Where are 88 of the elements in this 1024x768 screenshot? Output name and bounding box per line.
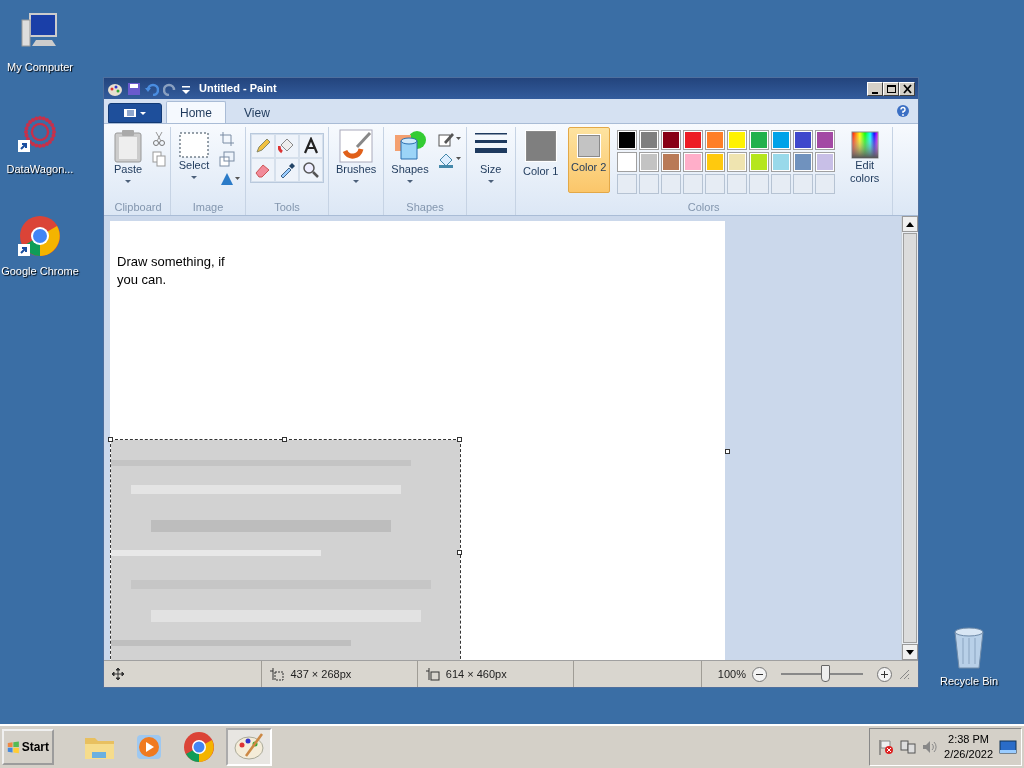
group-label: Colors <box>687 200 720 215</box>
tab[interactable]: View <box>230 101 284 123</box>
palette-swatch[interactable] <box>638 130 659 150</box>
palette-swatch[interactable] <box>660 130 681 150</box>
palette-swatch[interactable] <box>638 152 659 172</box>
icon-label[interactable]: DataWagon... <box>6 161 74 178</box>
selection-icon <box>178 129 210 159</box>
slider-thumb[interactable] <box>821 665 831 682</box>
flag-icon[interactable] <box>878 739 895 755</box>
palette-swatch[interactable] <box>792 152 813 172</box>
cut-icon[interactable] <box>152 131 166 147</box>
icon-label[interactable]: My Computer <box>7 59 73 76</box>
text-icon[interactable] <box>302 137 320 155</box>
speaker-icon[interactable] <box>922 739 939 755</box>
brushes-button[interactable]: Brushes <box>333 127 380 185</box>
zoom-in-button[interactable] <box>877 666 892 682</box>
brush-icon <box>339 129 374 163</box>
scroll-up-icon[interactable] <box>906 221 914 227</box>
redo-icon[interactable] <box>163 81 177 96</box>
canvas-size-icon <box>425 667 440 681</box>
scroll-down-icon[interactable] <box>906 649 914 655</box>
group-label: Clipboard <box>114 200 162 215</box>
selection-size-icon <box>270 667 285 681</box>
start-button[interactable]: Start <box>2 729 54 765</box>
rotate-icon[interactable] <box>219 171 241 187</box>
paste-button[interactable]: Paste <box>110 127 146 185</box>
palette-swatch[interactable] <box>704 152 725 172</box>
group-label: Image <box>192 200 224 215</box>
color-slot-button[interactable]: Color 2 <box>567 127 610 193</box>
group-label: Tools <box>274 200 300 215</box>
icon-label[interactable]: Google Chrome <box>1 263 79 280</box>
canvas-text: Draw something, if you can. <box>117 253 226 289</box>
zoom-out-button[interactable] <box>752 666 767 682</box>
icon-label[interactable]: Recycle Bin <box>939 673 999 690</box>
show-desktop-icon[interactable] <box>999 740 1017 754</box>
shapes-icon <box>393 129 427 163</box>
chrome-icon[interactable] <box>182 730 216 764</box>
resize-handle[interactable] <box>725 449 730 454</box>
canvas-size-text: 614 × 460px <box>445 666 507 682</box>
palette-swatch[interactable] <box>814 152 835 172</box>
canvas[interactable]: Draw something, if you can. <box>110 221 725 660</box>
size-button[interactable]: Size <box>470 127 511 185</box>
pencil-icon[interactable] <box>254 137 272 155</box>
zoom-level-text: 100% <box>717 666 746 682</box>
palette-swatch[interactable] <box>726 152 747 172</box>
window-title: Untitled - Paint <box>199 81 277 97</box>
plus-icon[interactable] <box>881 670 888 678</box>
palette-swatch[interactable] <box>704 130 725 150</box>
fill-icon[interactable] <box>437 151 462 169</box>
copy-icon[interactable] <box>152 151 166 167</box>
magnifier-icon[interactable] <box>302 161 320 179</box>
crop-icon[interactable] <box>219 131 235 147</box>
fill-bucket-icon[interactable] <box>278 137 296 155</box>
taskbar-button[interactable] <box>226 728 272 766</box>
clipboard-icon <box>113 129 143 163</box>
palette-swatch[interactable] <box>792 130 813 150</box>
edit-colors-button[interactable]: Edit colors <box>841 127 888 193</box>
palette-swatch[interactable] <box>616 130 637 150</box>
palette-swatch[interactable] <box>726 130 747 150</box>
color-picker-icon[interactable] <box>278 161 296 179</box>
palette-swatch[interactable] <box>660 152 681 172</box>
selection-size-text: 437 × 268px <box>290 666 352 682</box>
resize-icon[interactable] <box>219 151 235 167</box>
palette-swatch[interactable] <box>616 152 637 172</box>
tab[interactable]: Home <box>166 101 226 123</box>
scrollbar[interactable] <box>901 216 918 660</box>
clock-time[interactable]: 2:38 PM <box>948 732 989 747</box>
application-menu-button[interactable] <box>108 103 162 123</box>
shapes-button[interactable]: Shapes <box>388 127 432 185</box>
palette-swatch[interactable] <box>682 130 703 150</box>
outline-icon[interactable] <box>437 131 462 147</box>
select-button[interactable]: Select <box>175 127 213 181</box>
color-spectrum-icon <box>850 131 879 159</box>
palette-swatch[interactable] <box>748 152 769 172</box>
windows-logo-icon <box>7 739 20 755</box>
palette-swatch[interactable] <box>748 130 769 150</box>
color-slot-button[interactable]: Color 1 <box>519 127 562 193</box>
resize-grip-icon[interactable] <box>898 668 910 680</box>
help-icon[interactable] <box>896 104 910 118</box>
palette-swatch[interactable] <box>770 130 791 150</box>
palette-swatch[interactable] <box>682 152 703 172</box>
palette-swatch[interactable] <box>814 130 835 150</box>
group-label: Shapes <box>406 200 444 215</box>
save-icon[interactable] <box>127 81 141 96</box>
menu-icon[interactable] <box>122 108 148 118</box>
clock-date[interactable]: 2/26/2022 <box>944 747 993 762</box>
palette-swatch[interactable] <box>770 152 791 172</box>
move-icon <box>112 668 124 680</box>
